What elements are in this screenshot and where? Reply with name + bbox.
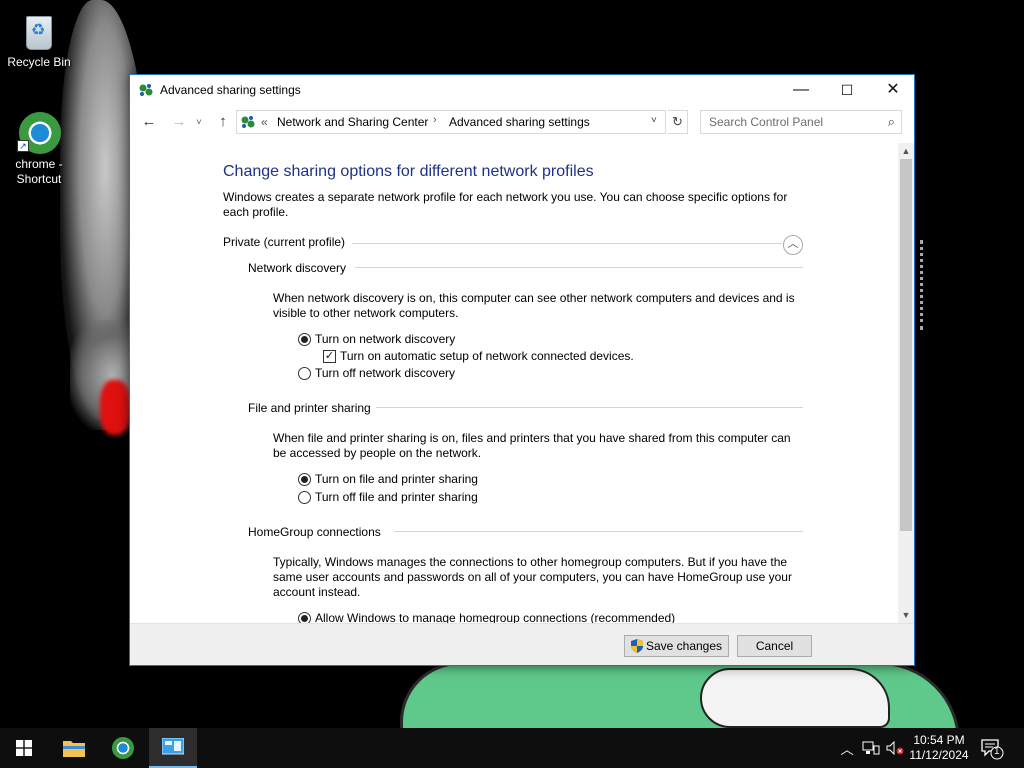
option-label: Turn on automatic setup of network conne… — [340, 349, 634, 363]
back-button[interactable]: ← — [138, 111, 160, 133]
network-center-icon — [241, 116, 255, 128]
taskbar-control-panel[interactable] — [149, 728, 197, 768]
title-bar[interactable]: Advanced sharing settings — ☐ ✕ — [130, 75, 914, 105]
radio-button-selected[interactable] — [298, 472, 311, 486]
start-button[interactable] — [0, 728, 48, 768]
option-label: Turn on file and printer sharing — [315, 472, 478, 486]
option-label: Allow Windows to manage homegroup connec… — [315, 611, 676, 623]
save-changes-button[interactable]: Save changes — [624, 635, 729, 657]
recycle-bin-icon — [17, 8, 61, 52]
intro-text: Windows creates a separate network profi… — [223, 190, 788, 219]
network-center-icon — [139, 84, 153, 96]
system-clock[interactable]: 10:54 PM 11/12/2024 — [906, 733, 972, 763]
network-discovery-title: Network discovery — [248, 261, 347, 275]
breadcrumb-advanced-sharing-settings[interactable]: Advanced sharing settings — [449, 115, 590, 129]
breadcrumb-separator-icon[interactable]: › — [433, 114, 437, 126]
desktop-icon-recycle-bin[interactable]: Recycle Bin — [1, 8, 77, 70]
close-button[interactable]: ✕ — [870, 75, 916, 105]
chrome-icon — [112, 737, 134, 759]
dialog-footer: Save changes Cancel — [130, 623, 914, 665]
radio-button[interactable] — [298, 490, 311, 504]
settings-content: Change sharing options for different net… — [130, 143, 914, 623]
address-bar[interactable]: « Network and Sharing Center › Advanced … — [236, 110, 666, 134]
address-dropdown-icon[interactable]: ˅ — [651, 115, 657, 126]
homegroup-title: HomeGroup connections — [248, 525, 381, 539]
vertical-scrollbar[interactable]: ▲ ▼ — [898, 143, 914, 623]
radio-button-selected[interactable] — [298, 611, 311, 623]
cancel-button[interactable]: Cancel — [737, 635, 812, 657]
wallpaper-grey-mark — [920, 240, 938, 330]
section-divider — [394, 531, 803, 532]
file-printer-sharing-title: File and printer sharing — [248, 401, 371, 415]
navigation-bar: ← → ˅ ↑ « Network and Sharing Center › A… — [130, 109, 914, 135]
search-input[interactable] — [701, 111, 871, 133]
network-discovery-off-option[interactable]: Turn off network discovery — [298, 366, 455, 380]
desktop-icon-label: chrome - Shortcut — [15, 157, 63, 186]
maximize-button[interactable]: ☐ — [824, 75, 870, 105]
minimize-button[interactable]: — — [778, 75, 824, 105]
taskbar: ︿ 10:54 PM 11/12/2024 1 — [0, 728, 1024, 768]
desktop-icon-chrome-shortcut[interactable]: ↗ chrome - Shortcut — [1, 110, 77, 187]
desktop-icon-label: Recycle Bin — [7, 55, 71, 69]
breadcrumb-overflow-icon[interactable]: « — [261, 115, 268, 129]
volume-muted-icon[interactable] — [884, 728, 906, 768]
scroll-down-icon[interactable]: ▼ — [898, 607, 914, 623]
window-title: Advanced sharing settings — [160, 83, 301, 97]
recent-locations-button[interactable]: ˅ — [192, 111, 206, 133]
section-divider — [376, 407, 803, 408]
section-divider — [355, 267, 803, 268]
advanced-sharing-settings-window: Advanced sharing settings — ☐ ✕ ← → ˅ ↑ … — [129, 74, 915, 666]
homegroup-windows-manage-option[interactable]: Allow Windows to manage homegroup connec… — [298, 611, 675, 623]
profile-private-header[interactable]: Private (current profile) — [223, 235, 345, 249]
search-box[interactable]: ⌕ — [700, 110, 902, 134]
radio-button[interactable] — [298, 366, 311, 380]
wallpaper-red-spot — [100, 380, 130, 435]
network-status-icon[interactable] — [860, 728, 882, 768]
taskbar-chrome[interactable] — [99, 728, 147, 768]
profile-divider — [352, 243, 782, 244]
auto-setup-option[interactable]: ✓ Turn on automatic setup of network con… — [323, 349, 634, 363]
network-discovery-description: When network discovery is on, this compu… — [273, 291, 795, 320]
action-center-button[interactable]: 1 — [980, 736, 1004, 760]
wallpaper-white-shape — [700, 668, 890, 728]
tray-overflow-chevron-icon[interactable]: ︿ — [838, 728, 856, 768]
notification-count: 1 — [994, 746, 1000, 757]
notification-icon — [981, 739, 1004, 760]
option-label: Turn on network discovery — [315, 332, 456, 346]
scroll-thumb[interactable] — [900, 159, 912, 531]
forward-button[interactable]: → — [168, 111, 190, 133]
homegroup-description: Typically, Windows manages the connectio… — [273, 555, 792, 599]
file-printer-sharing-on-option[interactable]: Turn on file and printer sharing — [298, 472, 478, 486]
chrome-icon: ↗ — [17, 110, 61, 154]
page-heading: Change sharing options for different net… — [223, 163, 594, 180]
breadcrumb-network-sharing-center[interactable]: Network and Sharing Center — [277, 115, 428, 129]
checkbox-checked[interactable]: ✓ — [323, 349, 336, 363]
collapse-chevron-icon[interactable]: ︿ — [783, 235, 803, 255]
file-printer-sharing-description: When file and printer sharing is on, fil… — [273, 431, 791, 460]
network-discovery-on-option[interactable]: Turn on network discovery — [298, 332, 455, 346]
file-printer-sharing-off-option[interactable]: Turn off file and printer sharing — [298, 490, 478, 504]
windows-logo-icon — [16, 740, 32, 756]
option-label: Turn off network discovery — [315, 366, 456, 380]
search-icon[interactable]: ⌕ — [888, 114, 895, 130]
uac-shield-icon — [630, 639, 643, 653]
clock-date: 11/12/2024 — [909, 748, 969, 762]
folder-icon — [63, 741, 85, 757]
control-panel-icon — [162, 738, 184, 755]
option-label: Turn off file and printer sharing — [315, 490, 478, 504]
save-changes-label: Save changes — [645, 639, 723, 653]
shortcut-arrow-icon: ↗ — [17, 140, 29, 152]
taskbar-file-explorer[interactable] — [50, 728, 98, 768]
radio-button-selected[interactable] — [298, 332, 311, 346]
refresh-button[interactable]: ↻ — [668, 110, 688, 134]
up-button[interactable]: ↑ — [212, 111, 234, 133]
clock-time: 10:54 PM — [913, 733, 965, 747]
scroll-up-icon[interactable]: ▲ — [898, 143, 914, 159]
